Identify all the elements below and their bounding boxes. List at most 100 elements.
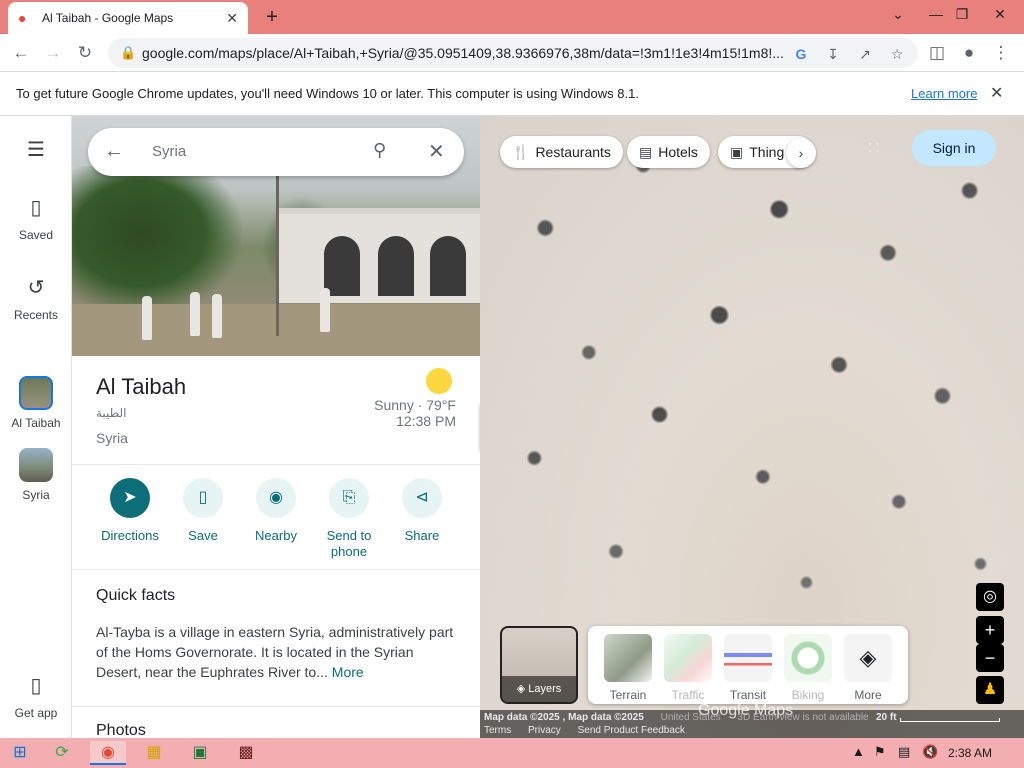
learn-more-link[interactable]: Learn more (911, 86, 977, 101)
search-box[interactable]: ← Syria ⚲ ✕ (88, 128, 464, 176)
layer-biking[interactable]: Biking (780, 634, 836, 702)
place-arabic-name: الطيبة (96, 406, 127, 420)
hotel-bed-icon: ▤ (639, 144, 653, 160)
infobar-close-icon[interactable]: ✕ (990, 83, 1003, 103)
file-explorer-icon[interactable]: ▦ (136, 741, 172, 765)
directions-button[interactable]: ➤ Directions (95, 478, 165, 544)
back-arrow-icon[interactable]: ← (104, 140, 124, 163)
layer-options-panel: Terrain Traffic Transit Biking ◈ More (588, 626, 908, 704)
volume-muted-icon[interactable]: 🔇 (922, 744, 938, 760)
search-icon[interactable]: ⚲ (373, 140, 386, 161)
quick-facts-more-link[interactable]: More (332, 664, 364, 680)
clock[interactable]: 2:38 AM (948, 746, 992, 760)
my-location-icon[interactable]: ◎ (976, 583, 1004, 611)
action-center-flag-icon[interactable]: ⚑ (874, 744, 886, 760)
browser-toolbar: ← → ↻ 🔒 google.com/maps/place/Al+Taibah,… (0, 34, 1024, 72)
browser-tab[interactable]: ● Al Taibah - Google Maps ✕ (8, 2, 248, 34)
layers-label: ◈ Layers (502, 676, 576, 702)
address-bar[interactable]: 🔒 google.com/maps/place/Al+Taibah,+Syria… (108, 38, 918, 68)
sign-in-button[interactable]: Sign in (912, 130, 996, 166)
chips-next-arrow-icon[interactable]: › (786, 138, 816, 168)
map-footer: Google Maps Map data ©2025 , Map data ©2… (480, 702, 1024, 738)
earth-view-note: 3D Earth view is not available (737, 712, 869, 723)
send-to-phone-label: Send to phone (326, 528, 372, 559)
photo-person (142, 296, 152, 340)
layer-traffic[interactable]: Traffic (660, 634, 716, 702)
google-lens-icon[interactable]: G (790, 43, 812, 65)
window-close-button[interactable]: ✕ (984, 0, 1016, 30)
profile-avatar-icon[interactable]: ● (956, 40, 982, 66)
layers-button[interactable]: ◈ Layers (500, 626, 578, 704)
tab-title: Al Taibah - Google Maps (42, 11, 174, 25)
layers-stack-icon: ◈ (516, 683, 526, 695)
camera-icon: ▣ (730, 144, 744, 160)
tray-overflow-icon[interactable]: ▲ (852, 744, 865, 759)
side-panel-icon[interactable]: ◫ (924, 40, 950, 66)
excel-icon[interactable]: ▣ (182, 741, 218, 765)
rail-item-get-app[interactable]: ▯ Get app (0, 674, 72, 720)
share-button[interactable]: ⊲ Share (387, 478, 457, 544)
send-feedback-link[interactable]: Send Product Feedback (578, 725, 685, 736)
layer-biking-label: Biking (791, 688, 825, 702)
photo-arch (324, 236, 360, 296)
install-icon[interactable]: ↧ (822, 43, 844, 65)
pegman-street-view-icon[interactable]: ♟ (976, 676, 1004, 704)
google-apps-icon[interactable]: ∷ (868, 138, 879, 159)
directions-label: Directions (101, 528, 159, 543)
chip-hotels[interactable]: ▤ Hotels (627, 136, 710, 168)
maps-left-rail: ☰ ▯ Saved ↺ Recents Al Taibah Syria ▯ Ge… (0, 116, 72, 738)
back-arrow-icon[interactable]: ← (8, 40, 34, 66)
layer-transit[interactable]: Transit (720, 634, 776, 702)
rail-label-recents: Recents (13, 308, 59, 322)
layer-terrain[interactable]: Terrain (600, 634, 656, 702)
menu-button[interactable]: ☰ (0, 138, 72, 170)
bookmark-icon: ▯ (183, 478, 223, 518)
layer-more[interactable]: ◈ More (840, 634, 896, 702)
lock-icon[interactable]: 🔒 (120, 45, 136, 61)
place-country: Syria (96, 430, 128, 446)
chrome-menu-icon[interactable]: ⋮ (988, 40, 1014, 66)
rail-item-saved[interactable]: ▯ Saved (0, 196, 72, 242)
privacy-link[interactable]: Privacy (528, 725, 561, 736)
rail-item-recents[interactable]: ↺ Recents (0, 276, 72, 322)
bookmark-star-icon[interactable]: ☆ (886, 43, 908, 65)
photo-arch (430, 236, 466, 296)
chrome-taskbar-icon[interactable]: ◉ (90, 741, 126, 765)
search-input[interactable]: Syria (152, 143, 186, 160)
tab-close-icon[interactable]: ✕ (226, 10, 238, 27)
footer-row-1: Map data ©2025 , Map data ©2025 United S… (484, 712, 869, 723)
al-taibah-thumbnail (19, 376, 53, 410)
terms-link[interactable]: Terms (484, 725, 511, 736)
new-tab-button[interactable]: + (260, 4, 284, 30)
divider (72, 569, 480, 570)
rail-item-syria[interactable]: Syria (0, 448, 72, 502)
satellite-map[interactable]: 🍴 Restaurants ▤ Hotels ▣ Thing › ∷ Sign in … (480, 116, 1024, 738)
forward-arrow-icon[interactable]: → (40, 40, 66, 66)
save-button[interactable]: ▯ Save (168, 478, 238, 544)
divider (72, 706, 480, 707)
zoom-out-button[interactable]: − (976, 644, 1004, 672)
send-to-phone-button[interactable]: ⎘ Send to phone (314, 478, 384, 560)
transit-thumbnail (724, 634, 772, 682)
refresh-app-icon[interactable]: ⟳ (44, 741, 80, 765)
chip-restaurants[interactable]: 🍴 Restaurants (500, 136, 623, 168)
scale-bar (900, 718, 1000, 722)
url-text[interactable]: google.com/maps/place/Al+Taibah,+Syria/@… (142, 45, 792, 61)
scale-label[interactable]: 20 ft (876, 712, 897, 723)
terrain-thumbnail (604, 634, 652, 682)
reload-icon[interactable]: ↻ (72, 40, 98, 66)
country-text[interactable]: United States (661, 712, 721, 723)
network-icon[interactable]: ▤ (898, 744, 910, 760)
app-taskbar-icon[interactable]: ▩ (228, 741, 264, 765)
hamburger-menu-icon[interactable]: ☰ (24, 138, 48, 162)
rail-item-al-taibah[interactable]: Al Taibah (0, 376, 72, 430)
tab-search-icon[interactable]: ⌄ (882, 0, 914, 30)
zoom-in-button[interactable]: + (976, 616, 1004, 644)
nearby-label: Nearby (255, 528, 297, 543)
nearby-button[interactable]: ◉ Nearby (241, 478, 311, 544)
photo-arch (378, 236, 414, 296)
share-page-icon[interactable]: ↗ (854, 43, 876, 65)
restore-button[interactable]: ❐ (946, 0, 978, 30)
windows-start-icon[interactable]: ⊞ (2, 741, 38, 765)
clear-search-icon[interactable]: ✕ (428, 139, 445, 164)
